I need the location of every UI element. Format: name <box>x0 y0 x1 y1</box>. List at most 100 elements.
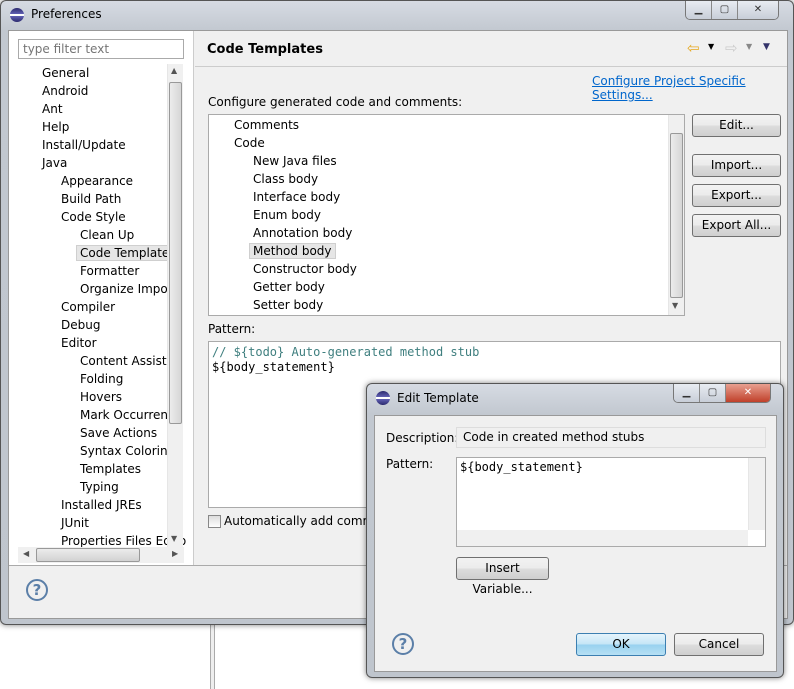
tree-item[interactable]: Save Actions <box>80 424 157 442</box>
tree-item[interactable]: Installed JREs <box>61 496 142 514</box>
tree-item[interactable]: Setter body <box>253 296 323 314</box>
tree-item[interactable]: Interface body <box>253 188 340 206</box>
import-button[interactable]: Import... <box>692 154 781 177</box>
tree-item-label: Debug <box>61 318 101 332</box>
dialog-client: Description: Code in created method stub… <box>374 415 777 672</box>
back-arrow-icon[interactable]: ⇦ <box>687 39 700 57</box>
tree-item-label: Android <box>42 84 89 98</box>
tree-item-label: Templates <box>80 462 142 476</box>
auto-comments-checkbox[interactable] <box>208 515 221 528</box>
scroll-right-icon: ▶ <box>172 549 179 558</box>
maximize-button[interactable]: ▢ <box>700 384 726 402</box>
tree-item-label: Syntax Coloring <box>80 444 176 458</box>
tree-item[interactable]: Templates <box>80 460 141 478</box>
tree-item[interactable]: Typing <box>80 478 119 496</box>
view-menu-icon[interactable]: ▼ <box>763 42 770 52</box>
pattern-horizontal-scrollbar[interactable] <box>457 530 748 546</box>
tree-item[interactable]: Code Style <box>61 208 126 226</box>
tree-item[interactable]: Editor <box>61 334 97 352</box>
tree-item-label: Content Assist <box>80 354 167 368</box>
tree-item[interactable]: Organize Import <box>80 280 177 298</box>
dialog-title: Edit Template <box>397 391 479 405</box>
maximize-button[interactable]: ▢ <box>712 1 738 19</box>
tree-item[interactable]: Install/Update <box>42 136 126 154</box>
tree-item-label: Hovers <box>80 390 123 404</box>
pattern-label: Pattern: <box>208 322 256 336</box>
tree-pane: General Android Ant Help Install/Update Java A… <box>9 31 194 565</box>
description-label: Description: <box>386 431 459 445</box>
tree-item-label: Organize Import <box>80 282 178 296</box>
tree-item-label: Java <box>42 156 68 170</box>
scroll-down-icon: ▼ <box>672 301 679 310</box>
templates-scroll-thumb[interactable] <box>670 133 683 298</box>
tree-item-label: Code Style <box>61 210 126 224</box>
tree-item[interactable]: Annotation body <box>253 224 352 242</box>
tree-horizontal-scrollbar[interactable]: ◀ ▶ <box>18 547 184 563</box>
tree-item[interactable]: Syntax Coloring <box>80 442 175 460</box>
tree-item[interactable]: Getter body <box>253 278 325 296</box>
minimize-button[interactable]: ▁ <box>686 1 712 19</box>
tree-item-label: Method body <box>249 243 336 259</box>
forward-menu-icon[interactable]: ▼ <box>746 42 752 51</box>
window-controls: ▁ ▢ ✕ <box>685 1 779 20</box>
cancel-button[interactable]: Cancel <box>674 633 764 656</box>
filter-input[interactable] <box>18 39 184 59</box>
help-icon[interactable]: ? <box>392 633 414 655</box>
tree-item[interactable]: Enum body <box>253 206 321 224</box>
help-icon[interactable]: ? <box>26 579 48 601</box>
tree-item[interactable]: Android <box>42 82 88 100</box>
scroll-thumb[interactable] <box>169 82 182 424</box>
tree-item-label: Comments <box>234 118 300 132</box>
tree-item-label: Help <box>42 120 70 134</box>
tree-item-label: Setter body <box>253 298 324 312</box>
forward-arrow-icon[interactable]: ⇨ <box>725 39 738 57</box>
tree-item[interactable]: Folding <box>80 370 123 388</box>
tree-item[interactable]: Ant <box>42 100 63 118</box>
description-field[interactable]: Code in created method stubs <box>456 427 766 448</box>
tree-item[interactable]: Comments <box>234 116 299 134</box>
tree-item[interactable]: Class body <box>253 170 318 188</box>
close-button[interactable]: ✕ <box>726 384 770 402</box>
tree-item[interactable]: Hovers <box>80 388 122 406</box>
ok-button[interactable]: OK <box>576 633 666 656</box>
tree-item[interactable]: Clean Up <box>80 226 134 244</box>
close-button[interactable]: ✕ <box>738 1 778 19</box>
tree-item[interactable]: Method body <box>249 242 336 260</box>
tree-item[interactable]: Formatter <box>80 262 139 280</box>
project-specific-link[interactable]: Configure Project Specific Settings... <box>592 74 787 102</box>
auto-comments-label[interactable]: Automatically add commen <box>224 514 389 528</box>
export-all-button[interactable]: Export All... <box>692 214 781 237</box>
tree-item[interactable]: Constructor body <box>253 260 357 278</box>
minimize-button[interactable]: ▁ <box>674 384 700 402</box>
tree-item-label: Code Templates <box>76 245 180 261</box>
tree-item[interactable]: Appearance <box>61 172 133 190</box>
back-menu-icon[interactable]: ▼ <box>708 42 714 51</box>
tree-item-label: General <box>42 66 90 80</box>
tree-item-label: Enum body <box>253 208 321 222</box>
window-title: Preferences <box>31 7 102 21</box>
tree-item[interactable]: Java <box>42 154 67 172</box>
tree-vertical-scrollbar[interactable]: ▲ ▼ <box>167 64 183 547</box>
tree-item[interactable]: Compiler <box>61 298 115 316</box>
templates-vertical-scrollbar[interactable]: ▼ <box>668 115 684 315</box>
h-scroll-thumb[interactable] <box>36 548 140 562</box>
pattern-textarea[interactable]: ${body_statement} <box>456 457 766 547</box>
tree-item[interactable]: Build Path <box>61 190 121 208</box>
tree-item[interactable]: Debug <box>61 316 100 334</box>
tree-item[interactable]: Help <box>42 118 69 136</box>
tree-item[interactable]: General <box>42 64 89 82</box>
insert-variable-button[interactable]: Insert Variable... <box>456 557 549 596</box>
tree-item[interactable]: New Java files <box>253 152 337 170</box>
pattern-line-body: ${body_statement} <box>212 360 335 374</box>
page-header: Code Templates ⇦ ▼ ⇨ ▼ ▼ <box>195 31 787 67</box>
export-button[interactable]: Export... <box>692 184 781 207</box>
tree-item[interactable]: Code <box>234 134 265 152</box>
tree-item[interactable]: Content Assist <box>80 352 167 370</box>
templates-tree[interactable]: Comments Code New Java files Class body Inte… <box>208 114 685 316</box>
configure-label: Configure generated code and comments: <box>208 95 463 109</box>
tree-item[interactable]: Code Templates <box>76 244 180 262</box>
tree-item-label: Annotation body <box>253 226 353 240</box>
edit-button[interactable]: Edit... <box>692 114 781 137</box>
tree-item[interactable]: JUnit <box>61 514 89 532</box>
pattern-vertical-scrollbar[interactable] <box>748 458 765 530</box>
